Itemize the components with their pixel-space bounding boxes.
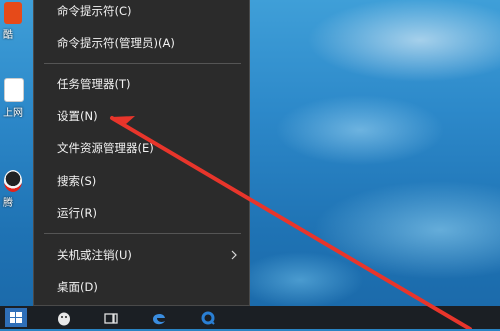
menu-separator (44, 63, 241, 64)
chevron-right-icon (229, 240, 239, 270)
desktop-icon-label: 上网 (3, 108, 23, 119)
qq-icon[interactable] (56, 310, 72, 326)
menu-item-desktop[interactable]: 桌面(D) (34, 272, 249, 302)
taskbar (0, 306, 500, 329)
menu-item-command-prompt[interactable]: 命令提示符(C) (34, 0, 249, 26)
document-icon (4, 78, 24, 102)
menu-item-label: 桌面(D) (57, 280, 98, 294)
desktop-icon-teng[interactable]: 腾 (0, 170, 28, 209)
edge-icon[interactable] (151, 310, 167, 326)
menu-item-label: 任务管理器(T) (57, 77, 131, 91)
menu-item-file-explorer[interactable]: 文件资源管理器(E) (34, 133, 249, 163)
qq-browser-icon[interactable] (200, 310, 216, 326)
desktop-icon-shangwang[interactable]: 上网 (0, 78, 28, 119)
windows-start-icon[interactable] (5, 308, 27, 327)
menu-separator (44, 233, 241, 234)
menu-item-command-prompt-admin[interactable]: 命令提示符(管理员)(A) (34, 28, 249, 58)
menu-item-label: 运行(R) (57, 206, 97, 220)
app-icon (4, 2, 22, 24)
task-view-icon[interactable] (103, 310, 119, 326)
menu-item-label: 文件资源管理器(E) (57, 141, 154, 155)
menu-item-label: 命令提示符(C) (57, 4, 132, 18)
menu-item-search[interactable]: 搜索(S) (34, 166, 249, 196)
desktop-icon-ku[interactable]: 酷 (0, 2, 28, 41)
menu-item-label: 命令提示符(管理员)(A) (57, 36, 175, 50)
menu-item-task-manager[interactable]: 任务管理器(T) (34, 69, 249, 99)
menu-item-label: 关机或注销(U) (57, 248, 132, 262)
menu-item-run[interactable]: 运行(R) (34, 198, 249, 228)
winx-context-menu: 命令提示符(C) 命令提示符(管理员)(A) 任务管理器(T) 设置(N) 文件… (33, 0, 250, 306)
menu-item-settings[interactable]: 设置(N) (34, 101, 249, 131)
qq-penguin-icon (4, 170, 22, 192)
menu-item-shutdown-signout[interactable]: 关机或注销(U) (34, 240, 249, 270)
menu-item-label: 搜索(S) (57, 174, 97, 188)
desktop-icon-label: 酷 (3, 30, 13, 41)
desktop-icon-label: 腾 (3, 198, 13, 209)
menu-item-label: 设置(N) (57, 109, 98, 123)
